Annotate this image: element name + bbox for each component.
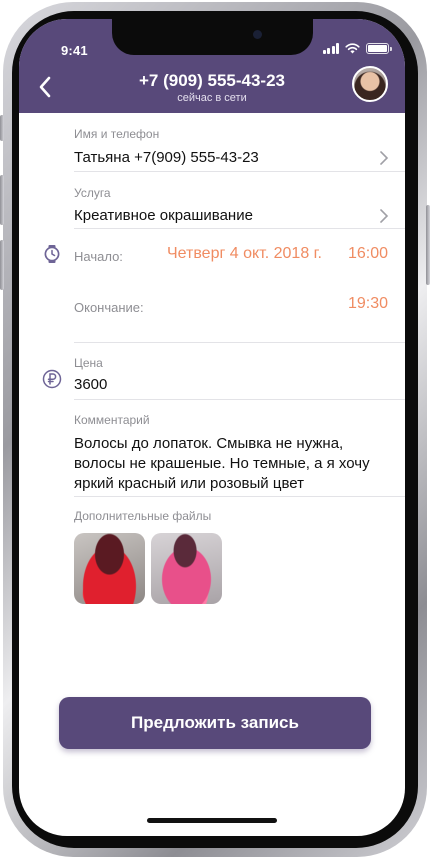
volume-up-button (0, 175, 4, 225)
avatar[interactable] (352, 66, 388, 102)
mute-switch (0, 115, 4, 141)
name-phone-label: Имя и телефон (74, 127, 160, 141)
end-row[interactable]: Окончание: 19:30 (19, 279, 405, 343)
cellular-signal-icon (322, 43, 339, 54)
chat-header: 9:41 +7 (909) 555-43-23 сейчас в сети (19, 19, 405, 113)
comment-row[interactable]: Комментарий Волосы до лопаток. Смывка не… (19, 400, 405, 497)
name-phone-row[interactable]: Имя и телефон Татьяна +7(909) 555-43-23 (19, 113, 405, 172)
start-date[interactable]: Четверг 4 окт. 2018 г. (167, 245, 322, 263)
service-row[interactable]: Услуга Креативное окрашивание (19, 172, 405, 229)
comment-text[interactable]: Волосы до лопаток. Смывка не нужна, воло… (74, 434, 389, 494)
comment-label: Комментарий (74, 413, 150, 427)
wifi-icon (345, 43, 360, 54)
service-label: Услуга (74, 186, 111, 200)
home-indicator[interactable] (147, 818, 277, 823)
price-label: Цена (74, 356, 103, 370)
end-label: Окончание: (74, 300, 144, 315)
price-row[interactable]: Цена 3600 (19, 343, 405, 400)
screen: 9:41 +7 (909) 555-43-23 сейчас в сети Им… (19, 19, 405, 836)
propose-booking-button[interactable]: Предложить запись (59, 697, 371, 749)
chevron-right-icon (380, 209, 389, 223)
price-value[interactable]: 3600 (74, 376, 107, 393)
attachments (74, 533, 222, 604)
ruble-icon (42, 369, 62, 389)
battery-icon (366, 43, 392, 54)
notch (112, 19, 313, 55)
attachment-thumbnail[interactable] (151, 533, 222, 604)
power-button (426, 205, 430, 285)
watch-icon (44, 245, 60, 263)
chevron-right-icon (380, 151, 389, 165)
files-label: Дополнительные файлы (74, 509, 212, 523)
start-label: Начало: (74, 249, 123, 264)
start-row[interactable]: Начало: Четверг 4 окт. 2018 г. 16:00 (19, 229, 405, 279)
presence-status: сейчас в сети (177, 92, 247, 104)
attachment-thumbnail[interactable] (74, 533, 145, 604)
service-value: Креативное окрашивание (74, 207, 253, 224)
divider (74, 496, 405, 497)
status-icons (322, 43, 392, 54)
start-time[interactable]: 16:00 (348, 245, 388, 263)
end-time[interactable]: 19:30 (348, 295, 388, 313)
volume-down-button (0, 240, 4, 290)
status-time: 9:41 (61, 43, 88, 58)
contact-phone: +7 (909) 555-43-23 (138, 71, 286, 90)
name-phone-value: Татьяна +7(909) 555-43-23 (74, 149, 259, 166)
front-camera (253, 30, 262, 39)
